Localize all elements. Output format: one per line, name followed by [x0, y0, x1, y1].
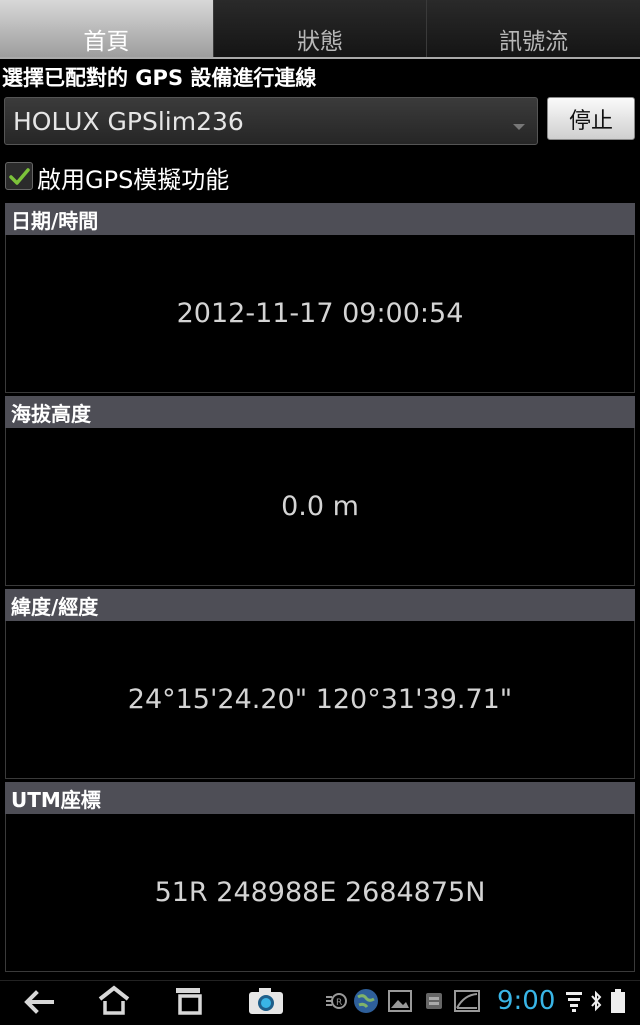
- datetime-value: 2012-11-17 09:00:54: [5, 235, 635, 393]
- dropdown-arrow-icon: [513, 124, 525, 130]
- device-select[interactable]: HOLUX GPSlim236: [4, 97, 538, 145]
- battery-icon: [611, 989, 625, 1013]
- connect-prompt: 選擇已配對的 GPS 設備進行連線: [2, 66, 317, 90]
- simulation-checkbox[interactable]: [5, 162, 33, 190]
- globe-icon: [354, 989, 378, 1013]
- utm-value: 51R 248988E 2684875N: [5, 814, 635, 972]
- tab-signal-stream[interactable]: 訊號流: [427, 0, 640, 58]
- stop-button[interactable]: 停止: [547, 97, 635, 140]
- location-status-icon: R: [326, 993, 347, 1009]
- recent-apps-icon[interactable]: [174, 986, 204, 1016]
- storage-icon: [426, 993, 442, 1009]
- altitude-value: 0.0 m: [5, 428, 635, 586]
- tab-home[interactable]: 首頁: [0, 0, 214, 58]
- datetime-header: 日期/時間: [5, 203, 635, 235]
- status-clock: 9:00: [497, 986, 556, 1016]
- simulation-label: 啟用GPS模擬功能: [37, 166, 230, 194]
- back-icon[interactable]: [22, 988, 54, 1016]
- bluetooth-icon: [591, 990, 602, 1012]
- svg-text:R: R: [336, 998, 342, 1008]
- device-select-value: HOLUX GPSlim236: [13, 106, 244, 136]
- wifi-icon: [566, 992, 582, 1012]
- checkmark-icon: [9, 168, 30, 185]
- tab-divider: [0, 57, 640, 59]
- latlon-value: 24°15'24.20" 120°31'39.71": [5, 621, 635, 779]
- chart-icon: [454, 990, 480, 1012]
- home-icon[interactable]: [98, 984, 130, 1016]
- tab-status[interactable]: 狀態: [213, 0, 428, 58]
- gallery-icon: [388, 990, 412, 1012]
- tab-bar: 首頁 狀態 訊號流: [0, 0, 640, 58]
- utm-header: UTM座標: [5, 782, 635, 814]
- camera-icon[interactable]: [248, 986, 284, 1016]
- latlon-header: 緯度/經度: [5, 589, 635, 621]
- altitude-header: 海拔高度: [5, 396, 635, 428]
